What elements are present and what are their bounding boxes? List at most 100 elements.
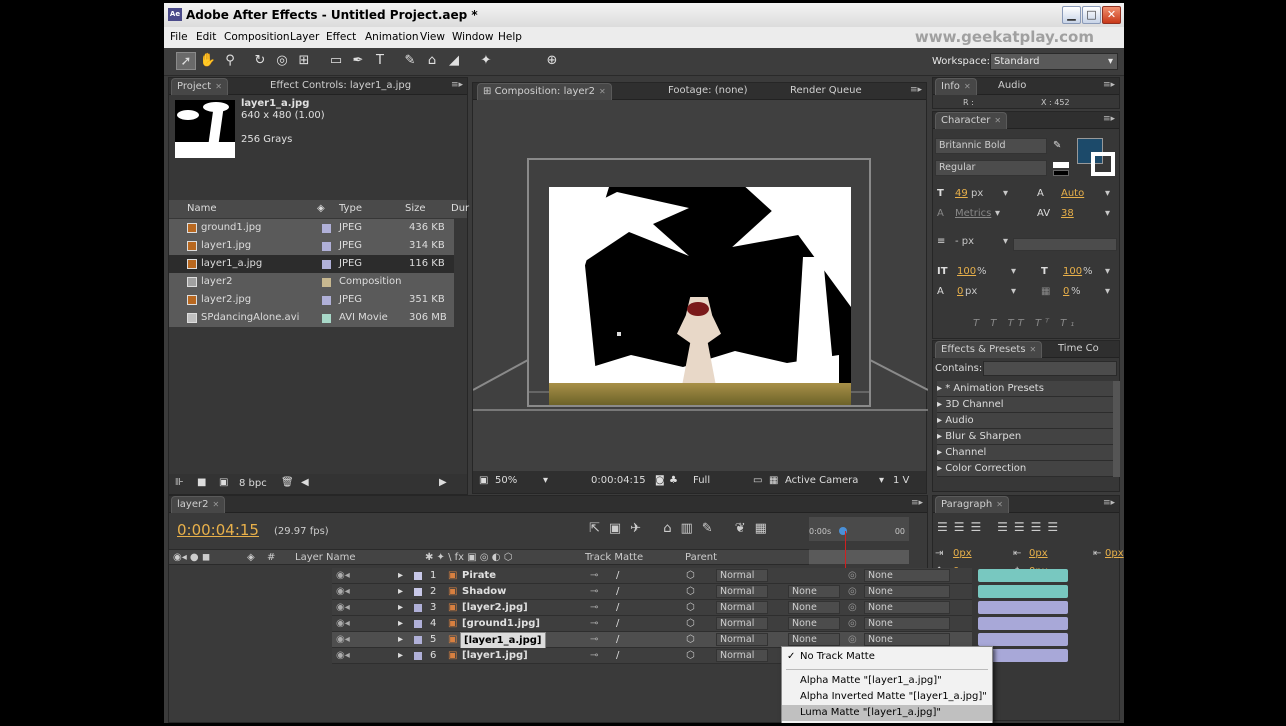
panel-menu-icon[interactable]: ≡▸ xyxy=(451,80,463,90)
3d-switch-icon[interactable]: ⬡ xyxy=(686,632,695,647)
zoom-tool-icon[interactable]: ⚲ xyxy=(220,52,240,70)
effects-scrollbar[interactable] xyxy=(1113,381,1120,477)
pen-tool-icon[interactable]: ✒ xyxy=(348,52,368,70)
shy-switch-icon[interactable]: ⊸ xyxy=(590,648,598,663)
scroll-left-icon[interactable]: ◀ xyxy=(301,477,309,488)
visibility-eye-icon[interactable]: ◉◂ xyxy=(336,584,350,599)
track-matte-select[interactable]: None xyxy=(788,585,840,598)
layer-name[interactable]: [ground1.jpg] xyxy=(462,616,540,631)
table-row[interactable]: ◉◂ ▸ 1 ▣ Pirate ⊸ / ⬡ Normal ◎ None xyxy=(332,568,1068,584)
resolution-select[interactable]: Full xyxy=(693,475,710,486)
tab-info[interactable]: Info ✕ xyxy=(935,78,977,95)
menu-no-track-matte[interactable]: ✓ No Track Matte xyxy=(782,649,992,665)
visibility-eye-icon[interactable]: ◉◂ xyxy=(336,632,350,647)
tab-project[interactable]: Project ✕ xyxy=(171,78,228,95)
chevron-down-icon[interactable]: ▾ xyxy=(1003,188,1008,199)
tab-composition[interactable]: ⊞ Composition: layer2 ✕ xyxy=(477,83,612,100)
quality-switch-icon[interactable]: / xyxy=(616,568,619,583)
axis-mode-icon[interactable]: ⊕ xyxy=(542,52,562,70)
interpret-footage-icon[interactable]: ⊪ xyxy=(175,477,184,488)
col-layer-name[interactable]: Layer Name xyxy=(295,552,356,563)
tab-effect-controls[interactable]: Effect Controls: layer1_a.jpg xyxy=(265,78,416,95)
menu-alpha-matte[interactable]: Alpha Matte "[layer1_a.jpg]" xyxy=(782,673,992,689)
list-item[interactable]: layer1.jpg JPEG 314 KB xyxy=(169,237,454,255)
chevron-down-icon[interactable]: ▾ xyxy=(543,475,548,486)
col-type[interactable]: Type xyxy=(339,203,362,214)
mode-select[interactable]: Normal xyxy=(716,569,768,582)
label-swatch[interactable] xyxy=(414,636,422,644)
close-icon[interactable]: ✕ xyxy=(215,82,222,91)
panel-menu-icon[interactable]: ≡▸ xyxy=(911,498,923,508)
visibility-eye-icon[interactable]: ◉◂ xyxy=(336,600,350,615)
scroll-right-icon[interactable]: ▶ xyxy=(439,477,447,488)
visibility-eye-icon[interactable]: ◉◂ xyxy=(336,568,350,583)
chevron-down-icon[interactable]: ▾ xyxy=(1105,188,1110,199)
layer-name[interactable]: [layer2.jpg] xyxy=(462,600,528,615)
3d-switch-icon[interactable]: ⬡ xyxy=(686,600,695,615)
vertical-scale-value[interactable]: 100 xyxy=(957,266,976,277)
maximize-button[interactable]: □ xyxy=(1082,6,1101,24)
font-style-select[interactable]: Regular xyxy=(935,160,1047,176)
pick-whip-icon[interactable]: ◎ xyxy=(848,584,857,599)
quality-switch-icon[interactable]: / xyxy=(616,616,619,631)
label-col-icon[interactable]: ◈ xyxy=(317,203,325,214)
chevron-down-icon[interactable]: ▾ xyxy=(879,475,884,486)
parent-select[interactable]: None xyxy=(864,569,950,582)
list-item[interactable]: ground1.jpg JPEG 436 KB xyxy=(169,219,454,237)
panel-menu-icon[interactable]: ≡▸ xyxy=(910,85,922,95)
visibility-eye-icon[interactable]: ◉◂ xyxy=(336,648,350,663)
3d-switch-icon[interactable]: ⬡ xyxy=(686,648,695,663)
tab-time-controls[interactable]: Time Co xyxy=(1053,341,1104,358)
eraser-tool-icon[interactable]: ◢ xyxy=(444,52,464,70)
chevron-down-icon[interactable]: ▾ xyxy=(1105,286,1110,297)
text-style-buttons[interactable]: T T TT Tᵀ T₁ xyxy=(973,318,1078,329)
stroke-color-swatch[interactable] xyxy=(1091,152,1115,176)
chevron-down-icon[interactable]: ▾ xyxy=(1105,208,1110,219)
layer-duration-bar[interactable] xyxy=(978,569,1068,582)
leading-value[interactable]: Auto xyxy=(1061,188,1084,199)
hand-tool-icon[interactable]: ✋ xyxy=(198,52,218,70)
pick-whip-icon[interactable]: ◎ xyxy=(848,632,857,647)
list-item[interactable]: ▸ * Animation Presets xyxy=(937,381,1113,397)
lock-icon[interactable]: ⊞ xyxy=(483,86,491,97)
expand-triangle-icon[interactable]: ▸ xyxy=(398,568,403,583)
tab-footage[interactable]: Footage: (none) xyxy=(663,83,752,100)
selection-tool-icon[interactable]: ➚ xyxy=(176,52,196,70)
expand-triangle-icon[interactable]: ▸ xyxy=(398,632,403,647)
close-icon[interactable]: ✕ xyxy=(996,500,1003,509)
panel-menu-icon[interactable]: ≡▸ xyxy=(1103,114,1115,124)
close-icon[interactable]: ✕ xyxy=(964,82,971,91)
puppet-tool-icon[interactable]: ✦ xyxy=(476,52,496,70)
menu-composition[interactable]: Composition xyxy=(224,31,290,43)
mode-select[interactable]: Normal xyxy=(716,585,768,598)
shy-switch-icon[interactable]: ⊸ xyxy=(590,568,598,583)
shy-switch-icon[interactable]: ⊸ xyxy=(590,616,598,631)
close-icon[interactable]: ✕ xyxy=(1030,345,1037,354)
timeline-switches-icons[interactable]: ⇱▣✈ ⌂▥✎ ❦▦ xyxy=(589,521,776,536)
close-icon[interactable]: ✕ xyxy=(599,87,606,96)
menu-animation[interactable]: Animation xyxy=(365,31,419,43)
horizontal-scale-value[interactable]: 100 xyxy=(1063,266,1082,277)
trash-icon[interactable]: 🗑 xyxy=(281,477,294,488)
list-item[interactable]: ▸ Blur & Sharpen xyxy=(937,429,1113,445)
quality-switch-icon[interactable]: / xyxy=(616,648,619,663)
table-row[interactable]: ◉◂ ▸ 3 ▣ [layer2.jpg] ⊸ / ⬡ Normal None ◎ None xyxy=(332,600,1068,616)
quality-switch-icon[interactable]: / xyxy=(616,632,619,647)
workspace-select[interactable]: Standard ▾ xyxy=(990,53,1118,70)
parent-select[interactable]: None xyxy=(864,601,950,614)
visibility-eye-icon[interactable]: ◉◂ xyxy=(336,616,350,631)
view-layout-select[interactable]: 1 V xyxy=(893,475,909,486)
menu-effect[interactable]: Effect xyxy=(326,31,356,43)
eyedropper-icon[interactable]: ✎ xyxy=(1053,140,1061,151)
panel-menu-icon[interactable]: ≡▸ xyxy=(1103,498,1115,508)
menu-alpha-inverted-matte[interactable]: Alpha Inverted Matte "[layer1_a.jpg]" xyxy=(782,689,992,705)
parent-select[interactable]: None xyxy=(864,617,950,630)
bit-depth-label[interactable]: 8 bpc xyxy=(239,478,267,489)
list-item[interactable]: ▸ Channel xyxy=(937,445,1113,461)
list-item[interactable]: layer2.jpg JPEG 351 KB xyxy=(169,291,454,309)
col-name[interactable]: Name xyxy=(187,203,217,214)
always-preview-icon[interactable]: ▣ xyxy=(479,475,488,486)
layer-name[interactable]: Pirate xyxy=(462,568,496,583)
layer-name[interactable]: [layer1_a.jpg] xyxy=(460,632,546,649)
tsume-value[interactable]: 0 xyxy=(1063,286,1069,297)
